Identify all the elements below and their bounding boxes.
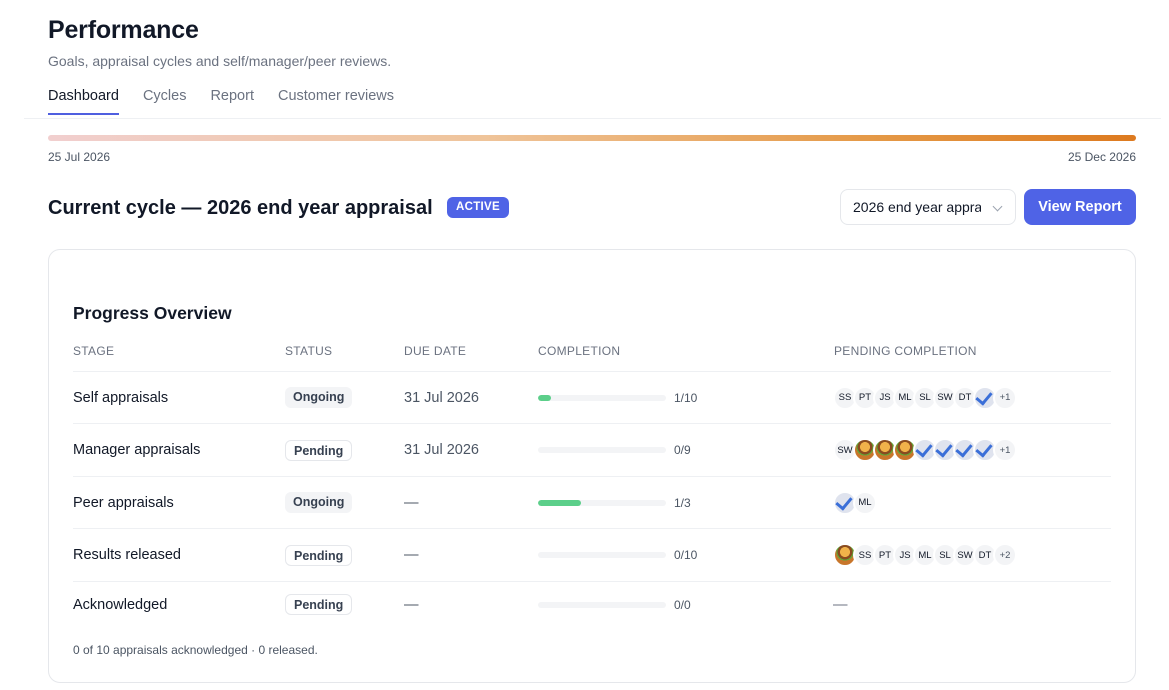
status-pill: Pending [285, 544, 353, 566]
stage-name: Peer appraisals [73, 494, 174, 511]
avatar[interactable]: ML [853, 490, 877, 515]
due-date: — [404, 547, 419, 563]
pending-completion-cell: SS PT JS ML SL SW DT +2 [833, 529, 1017, 581]
cycle-timeline-bar [48, 135, 1136, 141]
due-date: 31 Jul 2026 [404, 389, 479, 406]
tab-bar: Dashboard Cycles Report Customer reviews [48, 88, 394, 115]
completion-bar-cell [538, 372, 666, 423]
completion-progress-track [538, 601, 666, 608]
due-date: 31 Jul 2026 [404, 442, 479, 458]
tab-report[interactable]: Report [210, 88, 254, 115]
page-title: Performance [48, 16, 199, 44]
pending-completion-cell: SW +1 [833, 424, 1017, 476]
avatar-overflow-count[interactable]: +1 [993, 438, 1017, 462]
tab-cycles[interactable]: Cycles [143, 88, 187, 115]
avatar-overflow-count[interactable]: +1 [993, 385, 1017, 410]
avatar-group: SS PT JS ML SL SW DT +1 [833, 385, 1017, 410]
stage-name: Manager appraisals [73, 442, 201, 458]
column-header-due-date: DUE DATE [404, 344, 467, 358]
column-header-pending-completion: PENDING COMPLETION [834, 344, 977, 358]
column-header-status: STATUS [285, 344, 333, 358]
completion-progress-track [538, 394, 666, 401]
status-pill: Ongoing [285, 387, 353, 408]
completion-progress-track [538, 499, 666, 506]
stage-name: Acknowledged [73, 596, 168, 613]
completion-progress-track [538, 552, 666, 558]
pending-empty: — [833, 596, 848, 613]
tab-dashboard[interactable]: Dashboard [48, 88, 119, 115]
completion-bar-cell [538, 477, 666, 528]
completion-count: 0/9 [674, 443, 691, 457]
current-cycle-title: Current cycle — 2026 end year appraisal [48, 197, 433, 219]
completion-progress-fill [538, 499, 581, 506]
table-row: Acknowledged Pending — 0/0 — [73, 581, 1111, 627]
stage-name: Self appraisals [73, 389, 169, 406]
table-row: Results released Pending — 0/10 SS PT JS ML SL SW… [73, 528, 1111, 581]
timeline-start-date: 25 Jul 2026 [48, 150, 111, 164]
due-date: — [404, 494, 419, 511]
table-row: Peer appraisals Ongoing — 1/3 ML [73, 476, 1111, 528]
avatar-group: ML [833, 490, 877, 515]
status-pill: Pending [285, 439, 353, 461]
status-cell: Pending [285, 529, 353, 581]
status-cell: Ongoing [285, 477, 353, 528]
chevron-down-icon [992, 201, 1003, 212]
view-report-button[interactable]: View Report [1024, 189, 1136, 225]
completion-count: 1/3 [674, 495, 691, 510]
completion-bar-cell [538, 424, 666, 476]
timeline-end-date: 25 Dec 2026 [1067, 150, 1136, 164]
completion-count: 1/10 [674, 390, 698, 405]
completion-count: 0/0 [674, 597, 691, 612]
status-cell: Ongoing [285, 372, 353, 423]
completion-progress-track [538, 447, 666, 453]
status-pill: Pending [285, 594, 353, 615]
status-pill: Ongoing [285, 492, 353, 513]
pending-completion-cell: — [833, 582, 848, 627]
completion-count: 0/10 [674, 548, 698, 562]
table-row: Manager appraisals Pending 31 Jul 2026 0/9 S… [73, 423, 1111, 476]
table-row: Self appraisals Ongoing 31 Jul 2026 1/10 SS P… [73, 371, 1111, 423]
tab-customer-reviews[interactable]: Customer reviews [278, 88, 394, 115]
status-cell: Pending [285, 424, 353, 476]
completion-bar-cell [538, 582, 666, 627]
column-header-stage: STAGE [73, 344, 115, 358]
page-subtitle: Goals, appraisal cycles and self/manager… [48, 53, 392, 69]
cycle-select-value: 2026 end year appraisal [853, 199, 981, 215]
progress-overview-card: Progress Overview STAGE STATUS DUE DATE … [48, 249, 1136, 683]
completion-bar-cell [538, 529, 666, 581]
progress-overview-title: Progress Overview [73, 303, 232, 323]
acknowledgement-summary: 0 of 10 appraisals acknowledged · 0 rele… [73, 643, 318, 657]
status-cell: Pending [285, 582, 353, 627]
status-badge: ACTIVE [447, 197, 509, 218]
stage-name: Results released [73, 547, 181, 563]
column-header-completion: COMPLETION [538, 344, 621, 358]
tabs-divider [24, 118, 1161, 119]
performance-page: Performance Goals, appraisal cycles and … [0, 0, 1169, 690]
completion-progress-fill [538, 394, 551, 401]
pending-completion-cell: SS PT JS ML SL SW DT +1 [833, 372, 1017, 423]
due-date: — [404, 596, 419, 613]
avatar-group: SS PT JS ML SL SW DT +2 [833, 543, 1017, 567]
avatar-group: SW +1 [833, 438, 1017, 462]
cycle-select[interactable]: 2026 end year appraisal [840, 189, 1016, 225]
avatar-overflow-count[interactable]: +2 [993, 543, 1017, 567]
pending-completion-cell: ML [833, 477, 877, 528]
